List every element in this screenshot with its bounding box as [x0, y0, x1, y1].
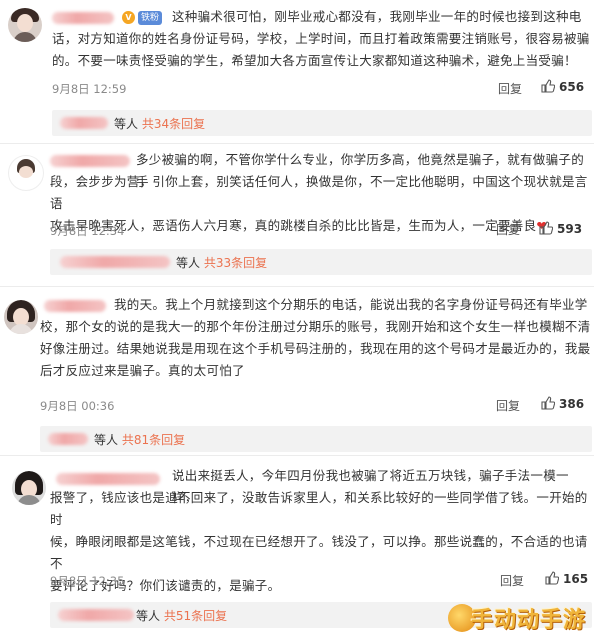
comment-text-cont: 校，那个女的说的是我大一的那个年份注册过分期乐的账号，我刚开始和这个女生一样也模…	[40, 319, 591, 378]
like-button[interactable]: 593	[539, 221, 582, 236]
sub-replies-count[interactable]: 共33条回复	[204, 256, 267, 270]
reply-button[interactable]: 回复	[496, 221, 520, 238]
username-blurred[interactable]	[50, 155, 130, 167]
timestamp: 9月8日 00:36	[40, 399, 115, 413]
watermark: 手动动手游	[470, 608, 586, 633]
thumbs-up-icon	[541, 396, 556, 410]
reply-button[interactable]: 回复	[496, 397, 520, 414]
reply-button[interactable]: 回复	[500, 572, 524, 589]
avatar[interactable]	[12, 471, 46, 505]
sub-replies-label: 等人	[136, 609, 161, 623]
thumbs-up-icon	[541, 79, 556, 93]
avatar[interactable]	[8, 8, 42, 42]
sub-replies-label: 等人	[114, 117, 139, 131]
comment-text-cont: 话，对方知道你的姓名身份证号码，学校，上学时间，而且打着政策需要注销账号，很容易…	[52, 31, 590, 68]
sub-replies[interactable]: 等人 共34条回复	[52, 110, 592, 136]
fan-badge: 铁粉	[138, 11, 163, 25]
sub-replies-count[interactable]: 共34条回复	[142, 117, 205, 131]
like-button[interactable]: 386	[541, 396, 584, 411]
thumbs-up-icon	[545, 571, 560, 585]
sub-replies[interactable]: 等人 共81条回复	[40, 426, 592, 452]
like-count: 593	[557, 222, 583, 236]
username-blurred[interactable]	[44, 300, 106, 312]
comment-text: 这种骗术很可怕，刚毕业戒心都没有，我刚毕业一年的时候也接到这种电	[172, 9, 582, 24]
avatar[interactable]	[4, 300, 38, 334]
timestamp: 9月8日 12:34	[50, 224, 125, 238]
sub-replies-label: 等人	[176, 256, 201, 270]
sub-replies-label: 等人	[94, 433, 119, 447]
timestamp: 9月8日 12:59	[52, 82, 127, 96]
comment-text: 我的天。我上个月就接到这个分期乐的电话，能说出我的名字身份证号码还有毕业学	[114, 297, 588, 312]
like-button[interactable]: 656	[541, 79, 584, 94]
username-blurred[interactable]	[52, 12, 114, 24]
sub-replies-count[interactable]: 共51条回复	[164, 609, 227, 623]
reply-button[interactable]: 回复	[498, 80, 522, 97]
vip-icon: V	[122, 11, 135, 24]
avatar[interactable]	[8, 155, 44, 191]
thumbs-up-icon	[539, 221, 554, 235]
like-count: 656	[559, 80, 585, 94]
timestamp: 9月8日 12:35	[50, 574, 125, 588]
like-button[interactable]: 165	[545, 571, 588, 586]
sub-replies[interactable]: 等人 共33条回复	[50, 249, 592, 275]
like-count: 386	[559, 397, 585, 411]
like-count: 165	[563, 572, 589, 586]
username-blurred[interactable]	[56, 473, 160, 485]
sub-replies-count[interactable]: 共81条回复	[122, 433, 185, 447]
